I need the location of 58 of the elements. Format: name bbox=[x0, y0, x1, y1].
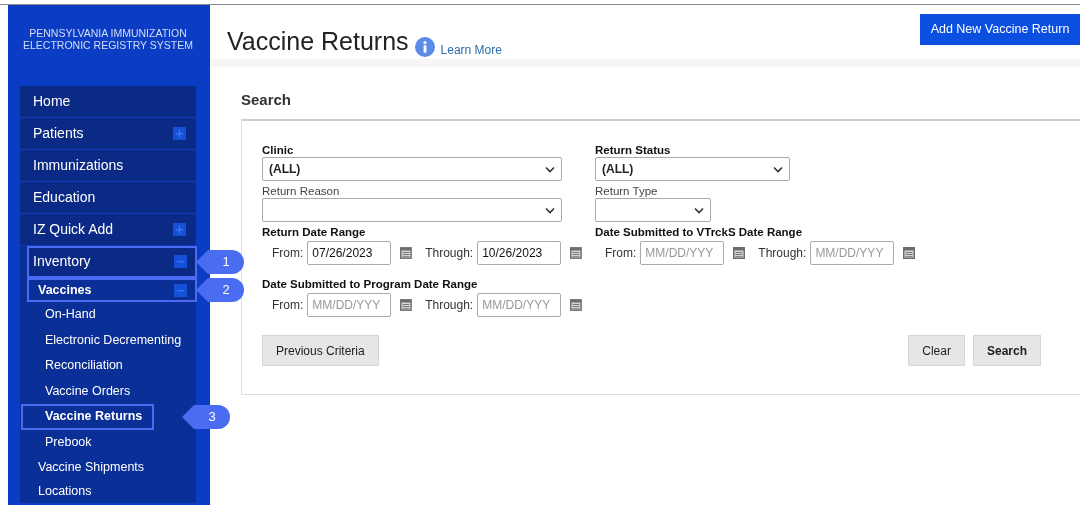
through-label: Through: bbox=[425, 297, 474, 314]
chevron-icon bbox=[694, 206, 704, 214]
from-label: From: bbox=[272, 297, 304, 314]
calendar-icon[interactable] bbox=[400, 247, 413, 259]
action-button[interactable]: Clear bbox=[908, 335, 965, 366]
from-label: From: bbox=[605, 245, 637, 262]
dropdown-field[interactable]: (ALL) bbox=[595, 157, 790, 181]
sidebar-item[interactable]: Vaccine Orders bbox=[21, 378, 143, 404]
through-label: Through: bbox=[758, 245, 807, 262]
calendar-icon[interactable] bbox=[400, 299, 413, 311]
action-button[interactable]: Previous Criteria bbox=[262, 335, 379, 366]
sidebar-item[interactable]: Vaccine Shipments bbox=[20, 455, 196, 479]
page-title: Vaccine Returns bbox=[227, 26, 409, 57]
date-field[interactable]: MM/DD/YYY bbox=[307, 293, 392, 317]
sidebar-item[interactable]: Inventory bbox=[27, 246, 197, 278]
sidebar-item[interactable]: Education bbox=[20, 182, 196, 214]
from-label: From: bbox=[272, 245, 304, 262]
dropdown-field[interactable]: (ALL) bbox=[262, 157, 562, 181]
field-label: Return Status bbox=[595, 143, 672, 157]
calendar-icon[interactable] bbox=[570, 299, 582, 311]
sidebar-item[interactable]: Home bbox=[20, 86, 196, 118]
section-title: Search bbox=[241, 91, 1080, 121]
collapse-icon[interactable] bbox=[174, 283, 187, 297]
field-label: Return Type bbox=[595, 184, 659, 198]
calendar-icon[interactable] bbox=[733, 247, 746, 259]
sidebar-item[interactable]: Reconciliation bbox=[21, 353, 135, 379]
sidebar-item[interactable]: Prebook bbox=[21, 429, 104, 455]
chevron-icon bbox=[545, 165, 555, 173]
sidebar-item[interactable]: Electronic Decrementing bbox=[21, 327, 194, 353]
add-return-button[interactable]: Add New Vaccine Return bbox=[920, 14, 1080, 45]
sidebar-item[interactable]: Vaccines bbox=[27, 278, 197, 302]
calendar-icon[interactable] bbox=[570, 247, 582, 259]
date-field[interactable]: MM/DD/YYY bbox=[477, 293, 562, 317]
field-label: Clinic bbox=[262, 143, 295, 157]
sidebar-item[interactable]: Patients bbox=[20, 118, 196, 150]
date-field[interactable]: 10/26/2023 bbox=[477, 241, 562, 265]
info-icon[interactable] bbox=[414, 36, 435, 57]
field-label: Date Submitted to Program Date Range bbox=[262, 277, 479, 291]
chevron-icon bbox=[773, 165, 783, 173]
date-field[interactable]: MM/DD/YYY bbox=[640, 241, 725, 265]
sidebar-item[interactable]: IZ Quick Add bbox=[20, 214, 196, 246]
date-field[interactable]: MM/DD/YYY bbox=[810, 241, 895, 265]
sidebar-item[interactable]: Immunizations bbox=[20, 150, 196, 182]
sidebar-item[interactable]: On-Hand bbox=[21, 302, 108, 328]
action-button[interactable]: Search bbox=[972, 335, 1041, 366]
field-label: Return Reason bbox=[262, 184, 341, 198]
dropdown-field[interactable] bbox=[262, 198, 562, 222]
chevron-icon bbox=[545, 206, 555, 214]
learn-more-link[interactable]: Learn More bbox=[440, 40, 502, 59]
calendar-icon[interactable] bbox=[903, 247, 916, 259]
sidebar-item[interactable]: Locations bbox=[20, 479, 196, 503]
field-label: Date Submitted to VTrckS Date Range bbox=[595, 225, 804, 239]
through-label: Through: bbox=[425, 245, 474, 262]
dropdown-field[interactable] bbox=[595, 198, 711, 222]
app-title: PENNSYLVANIA IMMUNIZATION ELECTRONIC REGISTRY SYSTEM bbox=[22, 26, 194, 53]
field-label: Return Date Range bbox=[262, 225, 367, 239]
sidebar-item[interactable]: Vaccine Returns bbox=[21, 404, 155, 430]
date-field[interactable]: 07/26/2023 bbox=[307, 241, 392, 265]
